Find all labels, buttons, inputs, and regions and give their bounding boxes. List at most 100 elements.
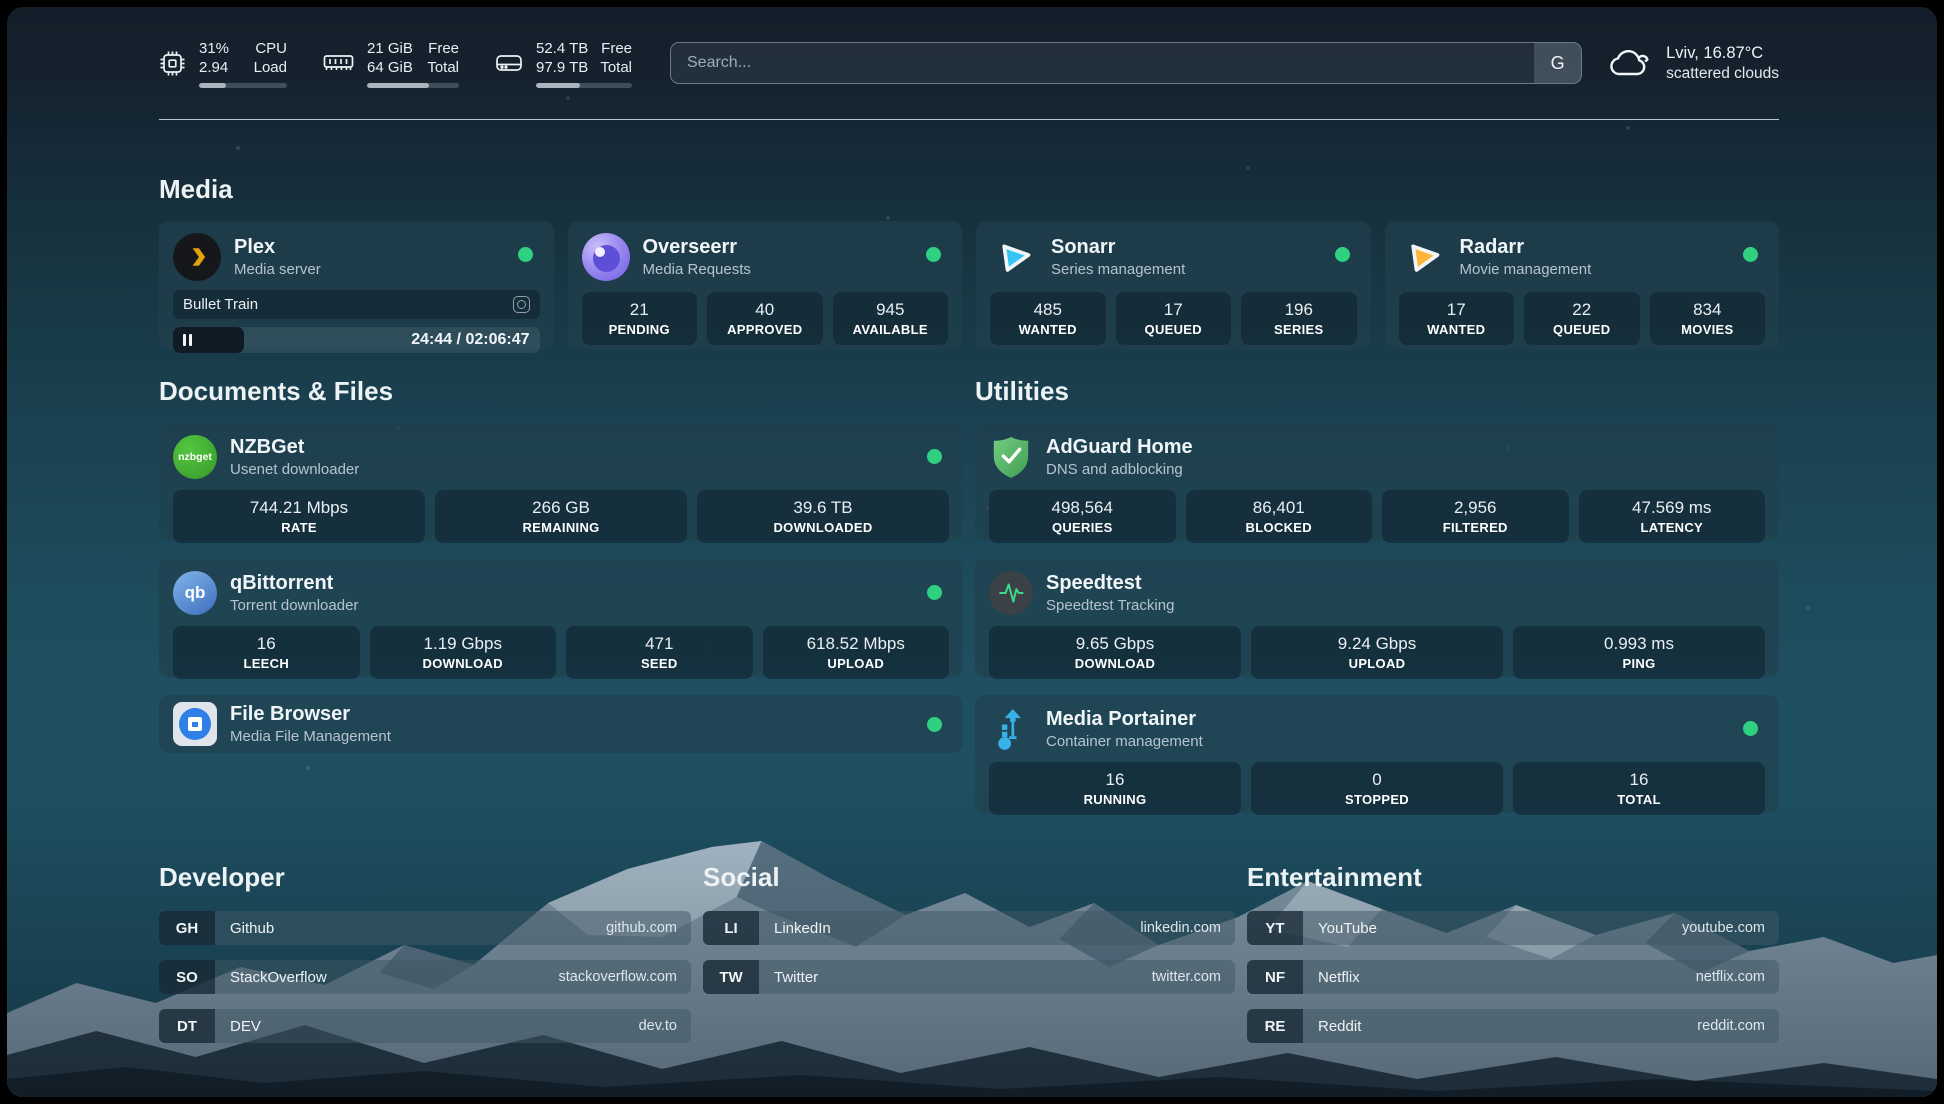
app-name: Overseerr [643, 235, 751, 260]
stat-tile: 16TOTAL [1513, 762, 1765, 815]
app-card-adguard[interactable]: AdGuard Home DNS and adblocking 498,564Q… [975, 423, 1779, 541]
section-heading-entertainment: Entertainment [1247, 861, 1779, 894]
app-name: qBittorrent [230, 571, 358, 596]
cast-icon [513, 296, 530, 313]
bookmark-url: github.com [606, 920, 677, 936]
weather-condition: scattered clouds [1666, 64, 1779, 84]
cpu-load-value: 2.94 [199, 58, 228, 77]
section-heading-developer: Developer [159, 861, 691, 894]
status-online-dot [927, 585, 942, 600]
bookmark-abbr: DT [159, 1009, 215, 1043]
free-label: Free [601, 39, 632, 58]
cpu-label: CPU [255, 39, 287, 58]
sonarr-icon [990, 233, 1038, 281]
app-card-speedtest[interactable]: Speedtest Speedtest Tracking 9.65 GbpsDO… [975, 559, 1779, 677]
bookmark-dev[interactable]: DT DEV dev.to [159, 1009, 691, 1043]
stat-tile: 0.993 msPING [1513, 626, 1765, 679]
disk-total-value: 97.9 TB [536, 58, 588, 77]
stat-tile: 39.6 TBDOWNLOADED [697, 490, 949, 543]
bookmark-url: linkedin.com [1140, 920, 1221, 936]
section-heading-media: Media [159, 173, 1779, 206]
stat-tile: 21PENDING [582, 292, 698, 345]
search-engine-button[interactable]: G [1534, 43, 1581, 83]
app-subtitle: DNS and adblocking [1046, 460, 1193, 479]
app-name: Sonarr [1051, 235, 1185, 260]
status-online-dot [1335, 247, 1350, 262]
stat-tile: 834MOVIES [1650, 292, 1766, 345]
plex-icon [173, 233, 221, 281]
header-divider [159, 119, 1779, 120]
app-card-overseerr[interactable]: Overseerr Media Requests 21PENDING 40APP… [568, 221, 963, 349]
bookmark-label: YouTube [1318, 920, 1377, 937]
bookmark-stackoverflow[interactable]: SO StackOverflow stackoverflow.com [159, 960, 691, 994]
bookmark-github[interactable]: GH Github github.com [159, 911, 691, 945]
app-name: AdGuard Home [1046, 435, 1193, 460]
app-subtitle: Media server [234, 260, 321, 279]
radarr-icon [1399, 233, 1447, 281]
stat-tile: 17QUEUED [1116, 292, 1232, 345]
bookmark-youtube[interactable]: YT YouTube youtube.com [1247, 911, 1779, 945]
adguard-icon [989, 435, 1033, 479]
bookmark-abbr: GH [159, 911, 215, 945]
stat-tile: 22QUEUED [1524, 292, 1640, 345]
status-online-dot [1743, 247, 1758, 262]
app-card-filebrowser[interactable]: File Browser Media File Management [159, 695, 963, 753]
bookmark-url: twitter.com [1152, 969, 1221, 985]
app-subtitle: Movie management [1460, 260, 1592, 279]
now-playing-row: Bullet Train [173, 290, 540, 319]
cpu-stat: 31%CPU 2.94Load [159, 39, 287, 88]
stat-tile: 485WANTED [990, 292, 1106, 345]
bookmark-label: LinkedIn [774, 920, 831, 937]
qbittorrent-icon: qb [173, 571, 217, 615]
memory-icon [323, 51, 354, 75]
app-card-portainer[interactable]: Media Portainer Container management 16R… [975, 695, 1779, 813]
search-input[interactable] [670, 42, 1582, 84]
bookmark-abbr: LI [703, 911, 759, 945]
playback-progress-bar[interactable]: 24:44 / 02:06:47 [173, 327, 540, 353]
cloud-icon [1608, 46, 1652, 80]
app-name: NZBGet [230, 435, 359, 460]
status-online-dot [927, 717, 942, 732]
now-playing-title: Bullet Train [183, 296, 258, 313]
bookmarks-row: Developer GH Github github.com SO StackO… [159, 861, 1779, 1058]
app-subtitle: Speedtest Tracking [1046, 596, 1174, 615]
app-name: Media Portainer [1046, 707, 1203, 732]
speedtest-icon [989, 571, 1033, 615]
bookmark-url: reddit.com [1697, 1018, 1765, 1034]
bookmark-url: youtube.com [1682, 920, 1765, 936]
bookmark-abbr: RE [1247, 1009, 1303, 1043]
pause-icon[interactable] [183, 334, 192, 346]
total-label: Total [600, 58, 632, 77]
bookmark-label: Netflix [1318, 969, 1360, 986]
app-card-nzbget[interactable]: nzbget NZBGet Usenet downloader 744.21 M… [159, 423, 963, 541]
ram-total-value: 64 GiB [367, 58, 413, 77]
media-cards-row: Plex Media server Bullet Train 24:44 / 0… [159, 221, 1779, 349]
top-bar: 31%CPU 2.94Load 21 GiBFree [7, 7, 1937, 119]
bookmark-linkedin[interactable]: LI LinkedIn linkedin.com [703, 911, 1235, 945]
stat-tile: 196SERIES [1241, 292, 1357, 345]
total-label: Total [427, 58, 459, 77]
weather-widget: Lviv, 16.87°C scattered clouds [1608, 43, 1779, 84]
stat-tile: 945AVAILABLE [833, 292, 949, 345]
stat-tile: 744.21 MbpsRATE [173, 490, 425, 543]
stat-tile: 0STOPPED [1251, 762, 1503, 815]
bookmark-url: dev.to [639, 1018, 677, 1034]
bookmark-abbr: TW [703, 960, 759, 994]
bookmark-reddit[interactable]: RE Reddit reddit.com [1247, 1009, 1779, 1043]
app-subtitle: Media Requests [643, 260, 751, 279]
load-label: Load [254, 58, 287, 77]
app-name: Plex [234, 235, 321, 260]
app-name: File Browser [230, 702, 391, 727]
cpu-progress-track [199, 83, 287, 88]
app-card-plex[interactable]: Plex Media server Bullet Train 24:44 / 0… [159, 221, 554, 349]
app-card-sonarr[interactable]: Sonarr Series management 485WANTED 17QUE… [976, 221, 1371, 349]
app-card-radarr[interactable]: Radarr Movie management 17WANTED 22QUEUE… [1385, 221, 1780, 349]
utilities-column: Utilities AdGuard Home [975, 349, 1779, 813]
stat-tile: 266 GBREMAINING [435, 490, 687, 543]
bookmark-twitter[interactable]: TW Twitter twitter.com [703, 960, 1235, 994]
bookmark-group-entertainment: Entertainment YT YouTube youtube.com NF … [1247, 861, 1779, 1058]
stat-tile: 1.19 GbpsDOWNLOAD [370, 626, 557, 679]
app-card-qbittorrent[interactable]: qb qBittorrent Torrent downloader 16LEEC… [159, 559, 963, 677]
bookmark-group-social: Social LI LinkedIn linkedin.com TW Twitt… [703, 861, 1235, 1058]
bookmark-netflix[interactable]: NF Netflix netflix.com [1247, 960, 1779, 994]
